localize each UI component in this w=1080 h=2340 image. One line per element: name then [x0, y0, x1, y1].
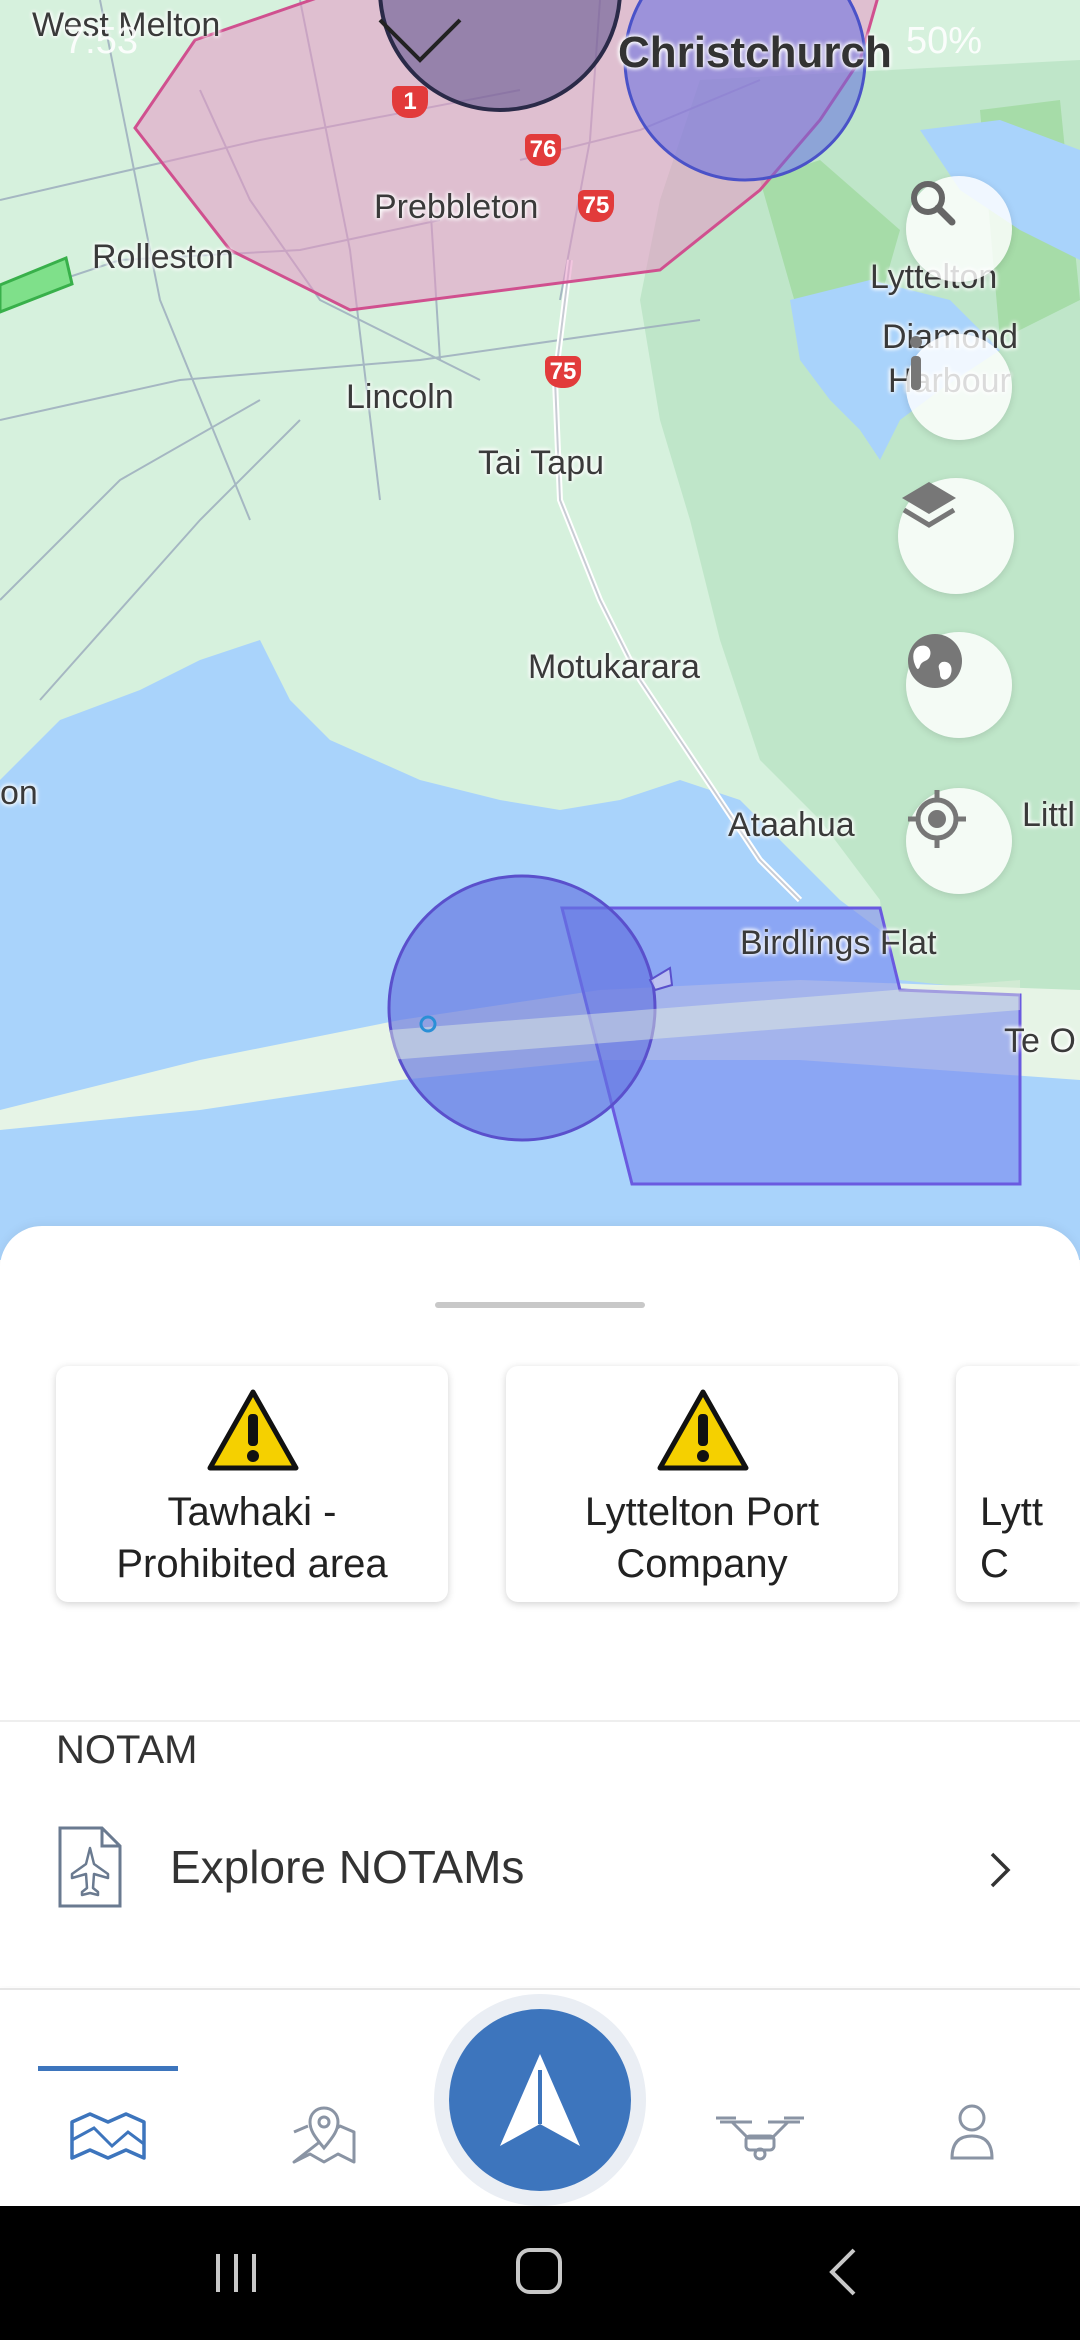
section-divider	[0, 1720, 1080, 1722]
place-label: Birdlings Flat	[740, 924, 937, 962]
nav-places[interactable]	[264, 2092, 384, 2192]
advisory-title-text: Lytt C	[980, 1490, 1043, 1586]
place-label: Motukarara	[528, 648, 700, 686]
place-label: Rolleston	[92, 238, 234, 276]
nav-profile[interactable]	[912, 2092, 1032, 2192]
globe-button[interactable]	[906, 632, 1012, 738]
place-label: on	[0, 774, 38, 812]
back-icon[interactable]	[826, 2246, 860, 2298]
chevron-right-icon	[990, 1852, 1011, 1888]
drone-icon	[716, 2116, 804, 2161]
route-shield: 75	[578, 190, 614, 222]
layers-button[interactable]	[898, 478, 1014, 594]
explore-notams-row[interactable]: Explore NOTAMs	[0, 1800, 1080, 1940]
info-button[interactable]	[906, 334, 1012, 440]
place-label: Littl	[1022, 796, 1075, 834]
advisory-card[interactable]: Lytt C	[956, 1366, 1080, 1602]
system-navigation-bar	[0, 2206, 1080, 2340]
active-tab-indicator	[38, 2066, 178, 2071]
map-icon	[70, 2112, 146, 2160]
place-label: Tai Tapu	[478, 444, 605, 482]
nav-map[interactable]	[48, 2092, 168, 2192]
home-icon[interactable]	[514, 2246, 564, 2296]
recent-apps-icon[interactable]	[212, 2250, 262, 2296]
status-time: 7:53	[64, 20, 138, 62]
warning-icon	[657, 1389, 749, 1471]
search-icon	[911, 181, 956, 226]
advisory-title: Tawhaki - Prohibited area	[56, 1486, 448, 1590]
place-label: Ataahua	[728, 806, 855, 844]
notam-section-title: NOTAM	[56, 1728, 198, 1772]
advisory-card[interactable]: Lyttelton Port Company	[506, 1366, 898, 1602]
nav-drones[interactable]	[700, 2092, 820, 2192]
advisory-title: Lytt C	[980, 1486, 1080, 1590]
warning-icon	[207, 1389, 299, 1471]
fly-button-inner	[449, 2009, 631, 2191]
route-shield: 76	[525, 134, 561, 166]
route-shield: 75	[545, 356, 581, 388]
explore-notams-label: Explore NOTAMs	[170, 1841, 525, 1893]
sheet-drag-handle[interactable]	[435, 1302, 645, 1308]
globe-icon	[908, 634, 962, 688]
battery-level: 50%	[906, 20, 983, 62]
places-icon	[292, 2106, 356, 2164]
map-view[interactable]: 1 76 75 75 West Melton Christchurch Preb…	[0, 0, 1080, 1260]
place-label: Te O	[1004, 1022, 1076, 1060]
advisory-title-text: Lyttelton Port Company	[584, 1490, 820, 1586]
advisory-title-text: Tawhaki - Prohibited area	[116, 1490, 388, 1586]
profile-icon	[950, 2104, 994, 2160]
search-button[interactable]	[906, 176, 1012, 282]
place-label: Lincoln	[346, 378, 454, 416]
advisory-title: Lyttelton Port Company	[506, 1486, 898, 1590]
notam-document-icon	[58, 1826, 122, 1908]
advisory-card[interactable]: Tawhaki - Prohibited area	[56, 1366, 448, 1602]
fly-icon	[500, 2054, 580, 2146]
info-icon	[910, 336, 922, 390]
locate-button[interactable]	[906, 788, 1012, 894]
place-label: Prebbleton	[374, 188, 539, 226]
layers-icon	[902, 482, 956, 528]
route-shield: 1	[392, 86, 428, 118]
fly-button[interactable]	[434, 1994, 646, 2206]
locate-icon	[908, 790, 966, 848]
status-bar: 7:53 50%	[0, 8, 1080, 78]
